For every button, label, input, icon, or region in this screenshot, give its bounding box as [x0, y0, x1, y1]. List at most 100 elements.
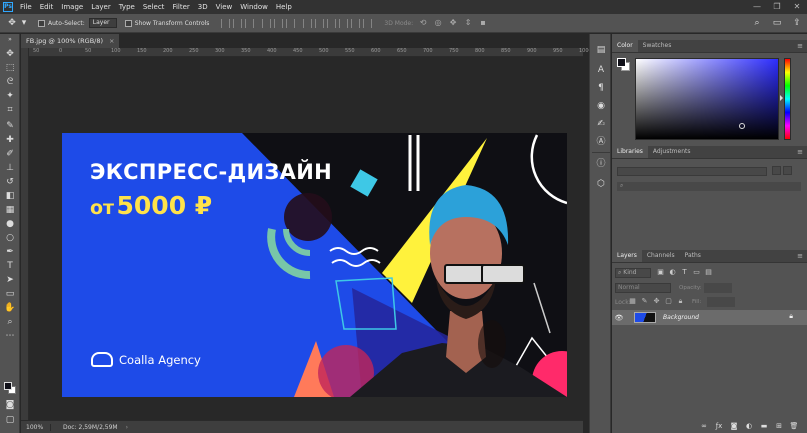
distribute-left-icon[interactable]	[339, 18, 349, 28]
move-icon[interactable]: ✥	[3, 48, 17, 60]
lock-image-icon[interactable]: ✎	[640, 297, 649, 306]
foreground-color-well[interactable]	[617, 58, 626, 67]
menu-type[interactable]: Type	[119, 3, 135, 11]
tab-layers[interactable]: Layers	[612, 250, 642, 262]
add-mask-icon[interactable]: ◙	[729, 421, 739, 431]
menu-filter[interactable]: Filter	[172, 3, 189, 11]
blur-icon[interactable]: ●	[3, 218, 17, 230]
minimize-button[interactable]: —	[747, 0, 767, 14]
menu-edit[interactable]: Edit	[40, 3, 54, 11]
adjustment-layer-icon[interactable]: ◐	[744, 421, 754, 431]
eyedropper-icon[interactable]: ✎	[3, 120, 17, 132]
filter-pixel-icon[interactable]: ▣	[656, 268, 665, 277]
screen-mode-icon[interactable]: ▢	[3, 414, 17, 426]
3d-panel-icon[interactable]: ⬡	[594, 178, 608, 190]
menu-image[interactable]: Image	[61, 3, 83, 11]
color-field-cursor[interactable]	[739, 123, 745, 129]
horizontal-ruler[interactable]: 50 0 50 100 150 200 250 300 350 400 450 500 550 600 65…	[29, 48, 592, 57]
more-tools-icon[interactable]: ⋯	[3, 330, 17, 342]
drag-3d-icon[interactable]: ✥	[448, 18, 458, 28]
hue-slider[interactable]	[784, 58, 791, 140]
lock-artboard-icon[interactable]: ▢	[664, 297, 673, 306]
filter-type-icon[interactable]: T	[680, 268, 689, 277]
history-panel-icon[interactable]: ▤	[594, 44, 608, 56]
roll-3d-icon[interactable]: ◎	[433, 18, 443, 28]
tab-adjustments[interactable]: Adjustments	[648, 146, 696, 158]
layer-style-icon[interactable]: ƒx	[714, 421, 724, 431]
pen-icon[interactable]: ✒	[3, 246, 17, 258]
character-panel-icon[interactable]: A	[594, 64, 608, 76]
tab-channels[interactable]: Channels	[642, 250, 680, 262]
link-layers-icon[interactable]: ∞	[699, 421, 709, 431]
libraries-panel-menu-icon[interactable]: ≡	[797, 148, 803, 156]
distribute-bottom-icon[interactable]	[327, 18, 337, 28]
auto-select-dropdown[interactable]: Layer	[88, 18, 117, 28]
color-panel-menu-icon[interactable]: ≡	[797, 42, 803, 50]
orbit-3d-icon[interactable]: ⟲	[418, 18, 428, 28]
menu-select[interactable]: Select	[143, 3, 165, 11]
brushes-panel-icon[interactable]: ✍	[594, 118, 608, 130]
artwork-canvas[interactable]: ЭКСПРЕСС-ДИЗАЙН от 5000 ₽ Coalla Agency	[62, 133, 567, 397]
filter-adjustment-icon[interactable]: ◐	[668, 268, 677, 277]
marquee-icon[interactable]: ⬚	[3, 62, 17, 74]
move-tool-icon[interactable]: ✥	[6, 17, 18, 29]
scale-3d-icon[interactable]: ▪	[478, 18, 488, 28]
layers-panel-menu-icon[interactable]: ≡	[797, 252, 803, 260]
workspace-icon[interactable]: ▭	[771, 17, 783, 29]
tab-color[interactable]: Color	[612, 40, 638, 52]
filter-smart-object-icon[interactable]: ▤	[704, 268, 713, 277]
menu-file[interactable]: File	[20, 3, 32, 11]
new-group-icon[interactable]: ▬	[759, 421, 769, 431]
menu-view[interactable]: View	[216, 3, 233, 11]
path-selection-icon[interactable]: ➤	[3, 274, 17, 286]
paragraph-panel-icon[interactable]: ¶	[594, 82, 608, 94]
info-panel-icon[interactable]: ⓘ	[594, 158, 608, 170]
menu-layer[interactable]: Layer	[91, 3, 111, 11]
auto-select-checkbox[interactable]	[38, 19, 45, 27]
glyphs-panel-icon[interactable]: Ⓐ	[594, 136, 608, 148]
history-brush-icon[interactable]: ↺	[3, 176, 17, 188]
type-icon[interactable]: T	[3, 260, 17, 272]
tab-swatches[interactable]: Swatches	[638, 40, 677, 52]
document-tab[interactable]: FB.jpg @ 100% (RGB/8) ×	[21, 34, 120, 48]
healing-brush-icon[interactable]: ✚	[3, 134, 17, 146]
toolbar-collapse-icon[interactable]: »	[3, 34, 17, 46]
align-top-icon[interactable]	[262, 18, 272, 28]
distribute-center-icon[interactable]	[351, 18, 361, 28]
tab-libraries[interactable]: Libraries	[612, 146, 648, 158]
distribute-top-icon[interactable]	[303, 18, 313, 28]
layer-kind-filter[interactable]: ⌕ Kind	[615, 268, 651, 278]
magic-wand-icon[interactable]: ✦	[3, 90, 17, 102]
distribute-middle-icon[interactable]	[315, 18, 325, 28]
align-left-icon[interactable]	[221, 18, 231, 28]
lock-position-icon[interactable]: ✥	[652, 297, 661, 306]
lock-transparency-icon[interactable]: ▦	[628, 297, 637, 306]
align-bottom-icon[interactable]	[286, 18, 296, 28]
maximize-button[interactable]: ❐	[767, 0, 787, 14]
hand-icon[interactable]: ✋	[3, 302, 17, 314]
dodge-icon[interactable]: ○	[3, 232, 17, 244]
slide-3d-icon[interactable]: ⇕	[463, 18, 473, 28]
distribute-right-icon[interactable]	[363, 18, 373, 28]
align-center-icon[interactable]	[233, 18, 243, 28]
vertical-ruler[interactable]	[21, 48, 29, 420]
crop-icon[interactable]: ⌗	[3, 104, 17, 116]
layer-lock-icon[interactable]: 🔒︎	[789, 312, 793, 321]
lasso-icon[interactable]: ᘓ	[3, 76, 17, 88]
list-view-icon[interactable]	[783, 166, 792, 175]
eye-icon[interactable]: 👁︎	[612, 314, 626, 322]
close-button[interactable]: ✕	[787, 0, 807, 14]
lock-all-icon[interactable]: 🔒︎	[676, 297, 685, 306]
search-icon[interactable]: ⌕	[751, 17, 763, 29]
align-middle-icon[interactable]	[274, 18, 284, 28]
new-layer-icon[interactable]: ⊞	[774, 421, 784, 431]
menu-window[interactable]: Window	[240, 3, 268, 11]
library-search-field[interactable]: ⌕	[617, 182, 801, 191]
properties-panel-icon[interactable]: ◉	[594, 100, 608, 112]
transform-controls-checkbox[interactable]	[124, 19, 132, 27]
brush-icon[interactable]: ✐	[3, 148, 17, 160]
tool-preset-icon[interactable]: ▾	[18, 17, 30, 29]
foreground-color-swatch[interactable]	[4, 382, 12, 390]
menu-help[interactable]: Help	[276, 3, 292, 11]
gradient-icon[interactable]: ▦	[3, 204, 17, 216]
